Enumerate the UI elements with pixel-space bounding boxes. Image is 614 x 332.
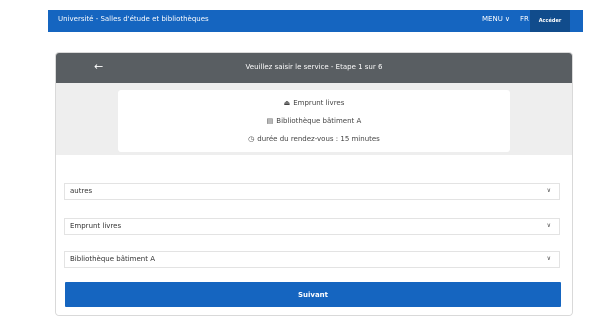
step-header: ← Veuillez saisir le service - Etape 1 s…: [56, 53, 572, 83]
summary-duration-text: durée du rendez-vous : 15 minutes: [257, 135, 380, 143]
summary-service-text: Emprunt livres: [293, 99, 345, 107]
language-label: FR: [520, 15, 529, 23]
service-select[interactable]: Emprunt livres ∨: [64, 218, 560, 235]
form-area: autres ∨ Emprunt livres ∨ Bibliothèque b…: [56, 155, 572, 315]
top-navbar: Université - Salles d'étude et bibliothè…: [48, 10, 583, 32]
eject-icon: ⏏: [283, 99, 291, 107]
category-select-value: autres: [70, 187, 93, 195]
next-button[interactable]: Suivant: [65, 282, 561, 307]
category-select[interactable]: autres ∨: [64, 183, 560, 200]
site-title[interactable]: Université - Salles d'étude et bibliothè…: [58, 15, 209, 23]
service-select-value: Emprunt livres: [70, 222, 122, 230]
chevron-down-icon: ∨: [546, 187, 551, 194]
summary-location-text: Bibliothèque bâtiment A: [276, 117, 362, 125]
summary-duration: ◷ durée du rendez-vous : 15 minutes: [118, 135, 510, 143]
booking-card: ← Veuillez saisir le service - Etape 1 s…: [55, 52, 573, 316]
building-icon: ▤: [266, 117, 274, 125]
step-title: Veuillez saisir le service - Etape 1 sur…: [245, 63, 383, 71]
location-select[interactable]: Bibliothèque bâtiment A ∨: [64, 251, 560, 268]
menu-dropdown[interactable]: MENU ∨: [482, 15, 510, 23]
summary-service: ⏏ Emprunt livres: [118, 99, 510, 107]
summary-box: ⏏ Emprunt livres ▤ Bibliothèque bâtiment A…: [118, 90, 510, 152]
clock-icon: ◷: [248, 135, 255, 143]
chevron-down-icon: ∨: [546, 255, 551, 262]
chevron-down-icon: ∨: [546, 222, 551, 229]
chevron-down-icon: ∨: [504, 14, 510, 23]
access-button[interactable]: Accéder: [530, 10, 570, 32]
menu-label: MENU: [482, 15, 503, 23]
summary-location: ▤ Bibliothèque bâtiment A: [118, 117, 510, 125]
location-select-value: Bibliothèque bâtiment A: [70, 255, 156, 263]
